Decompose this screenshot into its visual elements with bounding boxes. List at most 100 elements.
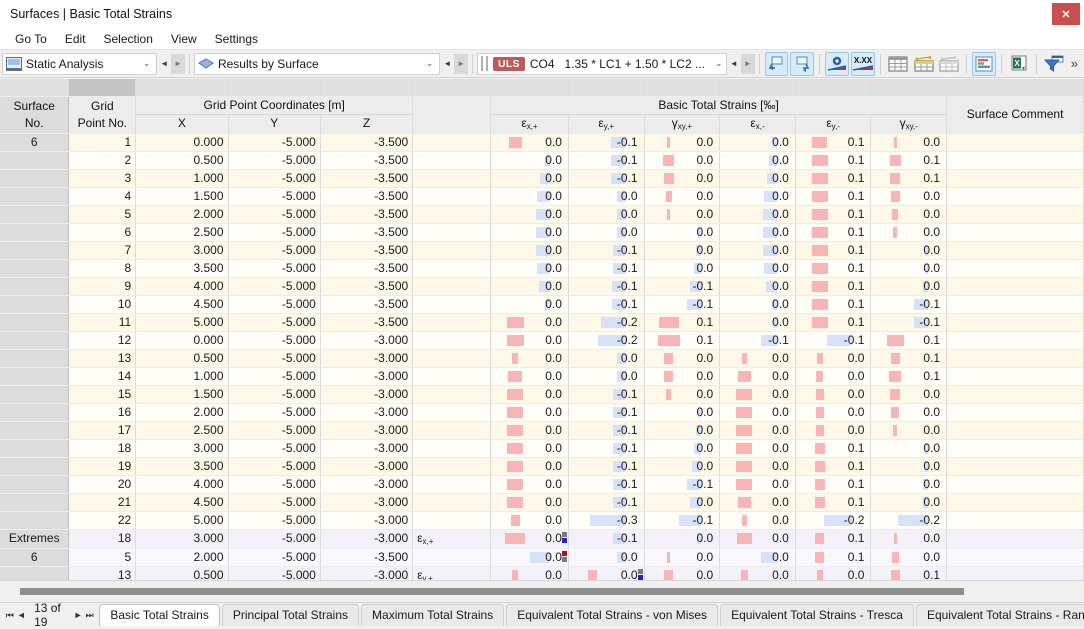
table-view-icon[interactable]	[886, 52, 910, 76]
chart-bars-icon[interactable]	[972, 51, 997, 76]
coord-z-cell[interactable]: -3.000	[320, 385, 414, 404]
grid-point-no-cell[interactable]: 13	[68, 566, 137, 580]
table-filter-icon[interactable]	[938, 52, 962, 76]
strain-cell[interactable]: -0.2	[568, 313, 645, 332]
coord-x-cell[interactable]: 0.500	[135, 151, 229, 170]
coord-y-cell[interactable]: -5.000	[228, 529, 321, 549]
strain-cell[interactable]: 0.0	[795, 403, 872, 422]
surface-comment-cell[interactable]	[946, 313, 1084, 332]
resize-handle-z[interactable]	[320, 79, 414, 97]
table-row[interactable]: 21 4.500 -5.000 -3.000 0.0 -0.1 0.0 0.0 0.1 0.0	[0, 493, 1084, 512]
last-record-button[interactable]: ⏭	[84, 610, 96, 621]
resize-handle-gxy-plus[interactable]	[644, 79, 721, 97]
coord-y-cell[interactable]: -5.000	[228, 511, 321, 530]
coord-z-cell[interactable]: -3.500	[320, 169, 414, 188]
extreme-row[interactable]: Extremes 18 3.000 -5.000 -3.000 εx,+ 0.0 -0.1 0.…	[0, 529, 1084, 549]
table-row[interactable]: 3 1.000 -5.000 -3.500 0.0 -0.1 0.0 0.0 0.1 0.1	[0, 169, 1084, 188]
grid-point-no-cell[interactable]: 4	[68, 187, 137, 206]
strain-cell[interactable]: 0.0	[644, 241, 721, 260]
strain-cell[interactable]: 0.1	[644, 331, 721, 350]
chevron-down-icon[interactable]: ⌄	[422, 58, 438, 69]
coord-y-cell[interactable]: -5.000	[228, 493, 321, 512]
results-prev-button[interactable]: ◄	[440, 54, 454, 74]
strain-cell[interactable]: 0.0	[795, 349, 872, 368]
menu-go-to[interactable]: Go To	[6, 30, 56, 48]
strain-cell[interactable]: 0.1	[795, 548, 872, 567]
strain-cell[interactable]: 0.0	[490, 151, 569, 170]
surface-comment-cell[interactable]	[946, 331, 1084, 350]
table-row[interactable]: 7 3.000 -5.000 -3.500 0.0 -0.1 0.0 0.0 0.1 0.0	[0, 241, 1084, 260]
coord-y-cell[interactable]: -5.000	[228, 439, 321, 458]
loadcase-next-button[interactable]: ►	[740, 53, 755, 74]
coord-y-cell[interactable]: -5.000	[228, 331, 321, 350]
strain-cell[interactable]: 0.1	[795, 151, 872, 170]
coord-x-cell[interactable]: 0.500	[135, 566, 229, 580]
excel-export-icon[interactable]: X	[1007, 52, 1031, 76]
goto-next-icon[interactable]	[790, 51, 815, 76]
grid-point-no-cell[interactable]: 6	[68, 223, 137, 242]
strain-cell[interactable]: 0.0	[719, 313, 796, 332]
strain-cell[interactable]: 0.0	[490, 385, 569, 404]
show-decimals-icon[interactable]: X.XX	[850, 51, 875, 76]
strain-cell[interactable]: 0.0	[719, 205, 796, 224]
table-highlight-icon[interactable]	[912, 52, 936, 76]
strain-cell[interactable]: -0.1	[644, 295, 721, 314]
surface-comment-cell[interactable]	[946, 421, 1084, 440]
table-row[interactable]: 12 0.000 -5.000 -3.000 0.0 -0.2 0.1 -0.1 -0.1 0.1	[0, 331, 1084, 350]
col-header-grid-point-no[interactable]: Grid Point No.	[68, 96, 137, 134]
surface-comment-cell[interactable]	[946, 151, 1084, 170]
coord-z-cell[interactable]: -3.000	[320, 529, 414, 549]
grid-point-no-cell[interactable]: 16	[68, 403, 137, 422]
strain-cell[interactable]: 0.0	[644, 133, 721, 152]
resize-handle-x[interactable]	[135, 79, 229, 97]
coord-x-cell[interactable]: 3.500	[135, 457, 229, 476]
coord-y-cell[interactable]: -5.000	[228, 475, 321, 494]
strain-cell[interactable]: 0.0	[490, 277, 569, 296]
col-header-ex-minus[interactable]: εx,-	[719, 114, 796, 134]
strain-cell[interactable]: -0.1	[568, 151, 645, 170]
coord-x-cell[interactable]: 2.000	[135, 403, 229, 422]
grid-point-no-cell[interactable]: 15	[68, 385, 137, 404]
coord-y-cell[interactable]: -5.000	[228, 548, 321, 567]
surface-comment-cell[interactable]	[946, 529, 1084, 549]
coord-x-cell[interactable]: 2.500	[135, 421, 229, 440]
strain-cell[interactable]: -0.1	[568, 421, 645, 440]
strain-cell[interactable]: 0.0	[490, 367, 569, 386]
grid-point-no-cell[interactable]: 5	[68, 548, 137, 567]
strain-cell[interactable]: -0.1	[568, 277, 645, 296]
coord-z-cell[interactable]: -3.500	[320, 241, 414, 260]
table-row[interactable]: 10 4.500 -5.000 -3.500 0.0 -0.1 -0.1 0.0 0.1 -0.1	[0, 295, 1084, 314]
strain-cell[interactable]: 0.0	[644, 349, 721, 368]
strain-cell[interactable]: 0.0	[568, 223, 645, 242]
strain-cell[interactable]: 0.1	[795, 313, 872, 332]
strain-cell[interactable]: 0.1	[795, 205, 872, 224]
strain-cell[interactable]: 0.0	[490, 313, 569, 332]
strain-cell[interactable]: 0.0	[568, 349, 645, 368]
strain-cell[interactable]: 0.0	[719, 529, 796, 549]
strain-cell[interactable]: 0.0	[490, 493, 569, 512]
strain-cell[interactable]: 0.0	[719, 349, 796, 368]
surface-comment-cell[interactable]	[946, 548, 1084, 567]
strain-cell[interactable]: 0.0	[795, 421, 872, 440]
strain-cell[interactable]: 0.0	[870, 277, 948, 296]
coord-x-cell[interactable]: 2.000	[135, 548, 229, 567]
chevron-down-icon[interactable]: ⌄	[711, 58, 727, 69]
table-row[interactable]: 17 2.500 -5.000 -3.000 0.0 -0.1 0.0 0.0 0.0 0.0	[0, 421, 1084, 440]
strain-cell[interactable]: -0.1	[568, 475, 645, 494]
strain-cell[interactable]: 0.1	[795, 439, 872, 458]
chevron-down-icon[interactable]: ⌄	[139, 58, 155, 69]
coord-x-cell[interactable]: 4.000	[135, 277, 229, 296]
coord-x-cell[interactable]: 3.500	[135, 259, 229, 278]
surface-comment-cell[interactable]	[946, 277, 1084, 296]
coord-y-cell[interactable]: -5.000	[228, 169, 321, 188]
extreme-row[interactable]: 13 0.500 -5.000 -3.000 εy,+ 0.0 0.0 0.0 0.0 0.0 0.…	[0, 566, 1084, 580]
strain-cell[interactable]: 0.0	[870, 133, 948, 152]
strain-cell[interactable]: -0.1	[568, 385, 645, 404]
strain-cell[interactable]: 0.1	[870, 169, 948, 188]
surface-comment-cell[interactable]	[946, 295, 1084, 314]
strain-cell[interactable]: 0.0	[870, 241, 948, 260]
strain-cell[interactable]: 0.0	[719, 385, 796, 404]
strain-cell[interactable]: 0.0	[568, 187, 645, 206]
strain-cell[interactable]: 0.0	[490, 331, 569, 350]
resize-handle-ey-plus[interactable]	[568, 79, 645, 97]
